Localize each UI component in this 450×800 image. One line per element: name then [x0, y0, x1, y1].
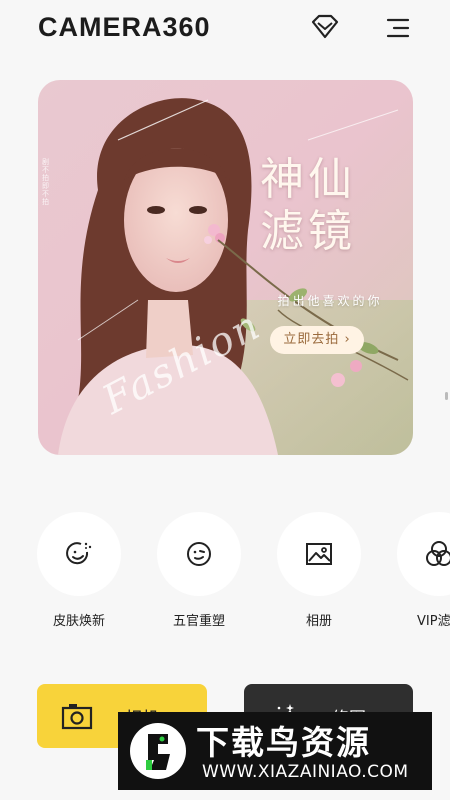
- diamond-icon[interactable]: [310, 14, 340, 40]
- tool-label: 五官重塑: [172, 614, 225, 629]
- tool-vip-filter[interactable]: [397, 512, 450, 596]
- banner-photo: [38, 80, 413, 455]
- tool-label: 相册: [305, 614, 332, 629]
- tool-face-reshape[interactable]: [157, 512, 241, 596]
- camera-icon: [61, 704, 93, 730]
- tool-album[interactable]: [277, 512, 361, 596]
- watermark-url: WWW.XIAZAINIAO.COM: [202, 762, 409, 782]
- app-logo: CAMERA360: [38, 12, 211, 42]
- app-root: CAMERA360 剧不拍即不拍 神仙滤镜 拍出他喜欢的你 立即去拍 › Fas…: [0, 0, 450, 800]
- smile-sparkle-icon: [66, 542, 92, 565]
- filter-circles-icon: [426, 541, 450, 566]
- top-bar: CAMERA360: [0, 0, 450, 60]
- tool-label: VIP滤镜: [417, 614, 450, 629]
- face-wink-icon: [187, 542, 211, 566]
- tool-label: 皮肤焕新: [52, 614, 105, 629]
- promo-banner[interactable]: 剧不拍即不拍 神仙滤镜 拍出他喜欢的你 立即去拍 › Fashion: [38, 80, 413, 455]
- image-icon: [306, 543, 332, 565]
- banner-title: 神仙滤镜: [260, 154, 356, 257]
- banner-subtitle: 拍出他喜欢的你: [277, 294, 383, 308]
- watermark-bird-logo: [130, 723, 186, 779]
- carousel-indicator: [445, 392, 448, 400]
- tool-skin-refresh[interactable]: [37, 512, 121, 596]
- banner-vertical-text: 剧不拍即不拍: [42, 158, 49, 206]
- hamburger-menu-icon[interactable]: [386, 17, 410, 39]
- banner-cta-button[interactable]: 立即去拍 ›: [270, 326, 364, 354]
- watermark-title: 下载鸟资源: [196, 723, 371, 762]
- watermark-banner: 下载鸟资源 WWW.XIAZAINIAO.COM: [118, 712, 432, 790]
